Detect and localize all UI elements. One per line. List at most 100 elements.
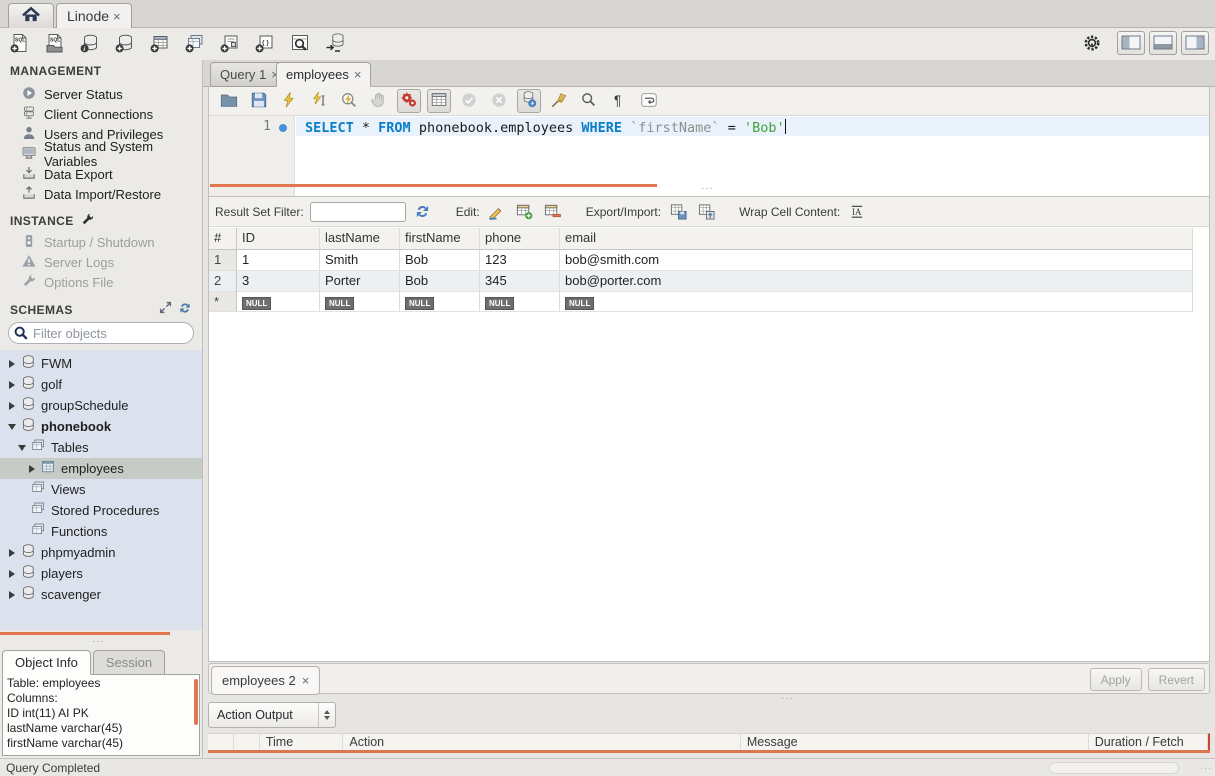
tree-node-phonebook[interactable]: phonebook (0, 416, 202, 437)
new-query-tab-button[interactable]: SQL (7, 31, 33, 57)
close-icon[interactable]: × (354, 67, 362, 82)
tree-node-groupschedule[interactable]: groupSchedule (0, 395, 202, 416)
tab-employees[interactable]: employees × (276, 62, 371, 87)
toggle-left-sidebar-button[interactable] (1117, 31, 1145, 55)
toggle-right-sidebar-button[interactable] (1181, 31, 1209, 55)
sidebar-item-client-connections[interactable]: Client Connections (0, 104, 202, 124)
tree-node-fwm[interactable]: FWM (0, 353, 202, 374)
import-recordset-icon[interactable] (695, 201, 717, 223)
tree-node-employees[interactable]: employees (0, 458, 202, 479)
insert-row-icon[interactable] (514, 201, 536, 223)
create-procedure-button[interactable] (217, 31, 243, 57)
chevron-down-icon[interactable] (16, 445, 28, 451)
chevron-right-icon[interactable] (26, 465, 38, 473)
reconnect-dbms-button[interactable] (322, 31, 348, 57)
search-table-data-button[interactable] (287, 31, 313, 57)
selector-stepper-icon[interactable] (318, 703, 335, 727)
chevron-right-icon[interactable] (6, 591, 18, 599)
sidebar-item-data-import-restore[interactable]: Data Import/Restore (0, 184, 202, 204)
find-button[interactable] (577, 89, 601, 113)
chevron-down-icon[interactable] (6, 424, 18, 430)
data-cell[interactable]: Bob (400, 250, 480, 271)
create-schema-button[interactable] (112, 31, 138, 57)
statusbar-scrollbar[interactable] (1049, 762, 1179, 774)
data-cell[interactable]: Porter (320, 271, 400, 292)
create-table-button[interactable] (147, 31, 173, 57)
sidebar-item-server-logs[interactable]: Server Logs (0, 252, 202, 272)
sidebar-item-options-file[interactable]: Options File (0, 272, 202, 292)
result-filter-input[interactable] (310, 202, 406, 222)
chevron-right-icon[interactable] (6, 402, 18, 410)
column-header-rownum[interactable]: # (209, 228, 237, 250)
sidebar-item-startup-shutdown[interactable]: Startup / Shutdown (0, 232, 202, 252)
data-cell[interactable]: 345 (480, 271, 560, 292)
explain-button[interactable] (337, 89, 361, 113)
beautify-button[interactable] (547, 89, 571, 113)
column-header-id[interactable]: ID (237, 228, 320, 250)
row-number-cell[interactable]: 1 (209, 250, 237, 271)
stop-on-error-button[interactable] (397, 89, 421, 113)
limit-rows-button[interactable] (427, 89, 451, 113)
delete-row-icon[interactable] (542, 201, 564, 223)
commit-button[interactable] (457, 89, 481, 113)
connection-tab-linode[interactable]: Linode × (56, 3, 132, 28)
tree-node-stored-procedures[interactable]: Stored Procedures (0, 500, 202, 521)
column-header-firstname[interactable]: firstName (400, 228, 480, 250)
chevron-right-icon[interactable] (6, 360, 18, 368)
data-cell[interactable]: NULL (237, 292, 320, 312)
open-script-button[interactable] (217, 89, 241, 113)
expand-panel-icon[interactable] (159, 301, 172, 318)
refresh-results-icon[interactable] (412, 201, 434, 223)
chevron-right-icon[interactable] (6, 570, 18, 578)
tab-object-info[interactable]: Object Info (2, 650, 91, 675)
wrap-cell-content-icon[interactable]: IA (846, 201, 868, 223)
rollback-button[interactable] (487, 89, 511, 113)
schema-inspector-button[interactable]: i (77, 31, 103, 57)
sidebar-item-server-status[interactable]: Server Status (0, 84, 202, 104)
wrap-text-button[interactable] (637, 89, 661, 113)
data-cell[interactable]: NULL (560, 292, 1193, 312)
tree-node-phpmyadmin[interactable]: phpmyadmin (0, 542, 202, 563)
open-sql-script-button[interactable]: SQL (42, 31, 68, 57)
home-tab[interactable] (8, 3, 54, 28)
tree-node-functions[interactable]: Functions (0, 521, 202, 542)
column-header-phone[interactable]: phone (480, 228, 560, 250)
stop-button[interactable] (367, 89, 391, 113)
data-cell[interactable]: NULL (320, 292, 400, 312)
apply-button[interactable]: Apply (1090, 668, 1142, 691)
sidebar-splitter[interactable]: ··· (92, 636, 105, 647)
tab-session[interactable]: Session (93, 650, 165, 675)
data-cell[interactable]: bob@porter.com (560, 271, 1193, 292)
data-cell[interactable]: NULL (400, 292, 480, 312)
tree-node-players[interactable]: players (0, 563, 202, 584)
tree-node-views[interactable]: Views (0, 479, 202, 500)
resize-grip[interactable]: ··· (1200, 763, 1212, 773)
revert-button[interactable]: Revert (1148, 668, 1205, 691)
execute-button[interactable] (277, 89, 301, 113)
row-number-cell[interactable]: * (209, 292, 237, 312)
column-header-email[interactable]: email (560, 228, 1193, 250)
tree-node-tables[interactable]: Tables (0, 437, 202, 458)
toggle-bottom-panel-button[interactable] (1149, 31, 1177, 55)
data-cell[interactable]: Smith (320, 250, 400, 271)
close-icon[interactable]: × (302, 673, 310, 688)
info-scrollbar[interactable] (194, 679, 198, 725)
data-cell[interactable]: bob@smith.com (560, 250, 1193, 271)
data-cell[interactable]: 1 (237, 250, 320, 271)
edit-record-icon[interactable] (486, 201, 508, 223)
create-view-button[interactable] (182, 31, 208, 57)
output-splitter[interactable]: ··· (781, 693, 794, 704)
chevron-right-icon[interactable] (6, 549, 18, 557)
refresh-schemas-icon[interactable] (178, 301, 192, 318)
editor-result-splitter[interactable]: ··· (701, 183, 714, 194)
sidebar-item-status-and-system-variables[interactable]: Status and System Variables (0, 144, 202, 164)
chevron-right-icon[interactable] (6, 381, 18, 389)
schema-filter-input[interactable] (8, 322, 194, 344)
autocommit-button[interactable] (517, 89, 541, 113)
create-function-button[interactable]: { } (252, 31, 278, 57)
preferences-gear-icon[interactable] (1081, 32, 1103, 54)
close-icon[interactable]: × (113, 9, 121, 24)
execute-current-button[interactable] (307, 89, 331, 113)
data-cell[interactable]: NULL (480, 292, 560, 312)
tree-node-scavenger[interactable]: scavenger (0, 584, 202, 605)
